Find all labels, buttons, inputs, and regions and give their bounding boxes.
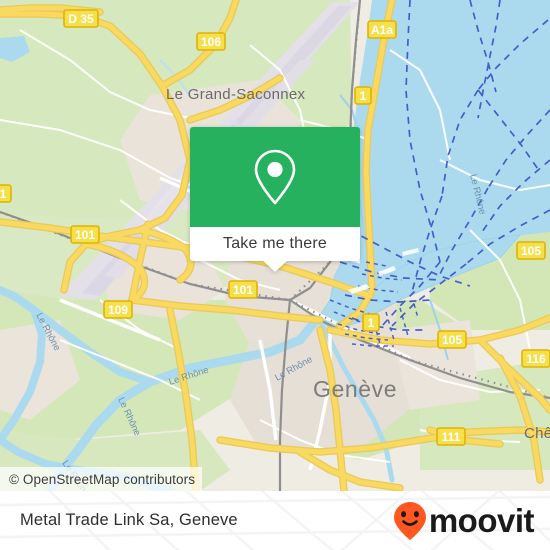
- svg-text:101: 101: [233, 283, 253, 297]
- road-shield: 105: [516, 241, 546, 260]
- road-shield: 1: [0, 184, 12, 203]
- take-me-there-label: Take me there: [223, 235, 327, 252]
- moovit-wordmark: moovit: [428, 502, 535, 539]
- popup-pointer-triangle: [262, 260, 288, 272]
- road-shield: 1: [354, 86, 372, 105]
- road-shield: 109: [103, 300, 133, 319]
- road-shield: 106: [196, 32, 226, 51]
- svg-text:Chên: Chên: [524, 425, 550, 442]
- svg-text:101: 101: [75, 228, 95, 242]
- popup-header: [190, 127, 360, 227]
- svg-text:106: 106: [201, 35, 221, 49]
- svg-text:1: 1: [0, 187, 7, 201]
- road-shield: 1: [362, 313, 380, 332]
- svg-text:109: 109: [108, 303, 128, 317]
- place-title-text: Metal Trade Link Sa, Geneve: [20, 511, 238, 529]
- svg-text:A1a: A1a: [371, 23, 393, 37]
- osm-attribution-text: © OpenStreetMap contributors: [9, 471, 196, 487]
- moovit-logo[interactable]: moovit: [393, 491, 535, 550]
- map-screenshot-root: Le Grand-Saconnex Genève Chên Le Rhône L…: [0, 0, 550, 550]
- svg-text:D 35: D 35: [68, 12, 94, 26]
- svg-text:1: 1: [368, 316, 375, 330]
- map-pin-icon: [254, 149, 296, 205]
- svg-text:Genève: Genève: [313, 376, 397, 402]
- road-shield: A1a: [367, 20, 397, 39]
- svg-text:111: 111: [442, 430, 461, 444]
- svg-text:1: 1: [360, 89, 367, 103]
- popup-action-bar[interactable]: Take me there: [190, 227, 360, 261]
- road-shield: D 35: [63, 9, 99, 28]
- svg-text:Le Grand-Saconnex: Le Grand-Saconnex: [166, 86, 306, 103]
- footer-bar: Metal Trade Link Sa, Geneve moovit: [0, 491, 550, 550]
- road-shield: 105: [437, 330, 467, 349]
- svg-text:105: 105: [442, 333, 462, 347]
- location-popup-card[interactable]: Take me there: [190, 127, 360, 272]
- moovit-pin-smile-icon: [393, 501, 426, 540]
- svg-text:105: 105: [521, 244, 541, 258]
- road-shield: 101: [228, 280, 258, 299]
- place-title: Metal Trade Link Sa, Geneve: [20, 491, 238, 550]
- road-shield: 101: [70, 225, 100, 244]
- road-shield: 111: [436, 427, 466, 446]
- svg-text:116: 116: [526, 352, 546, 366]
- osm-attribution[interactable]: © OpenStreetMap contributors: [0, 467, 203, 491]
- road-shield: 116: [521, 349, 550, 368]
